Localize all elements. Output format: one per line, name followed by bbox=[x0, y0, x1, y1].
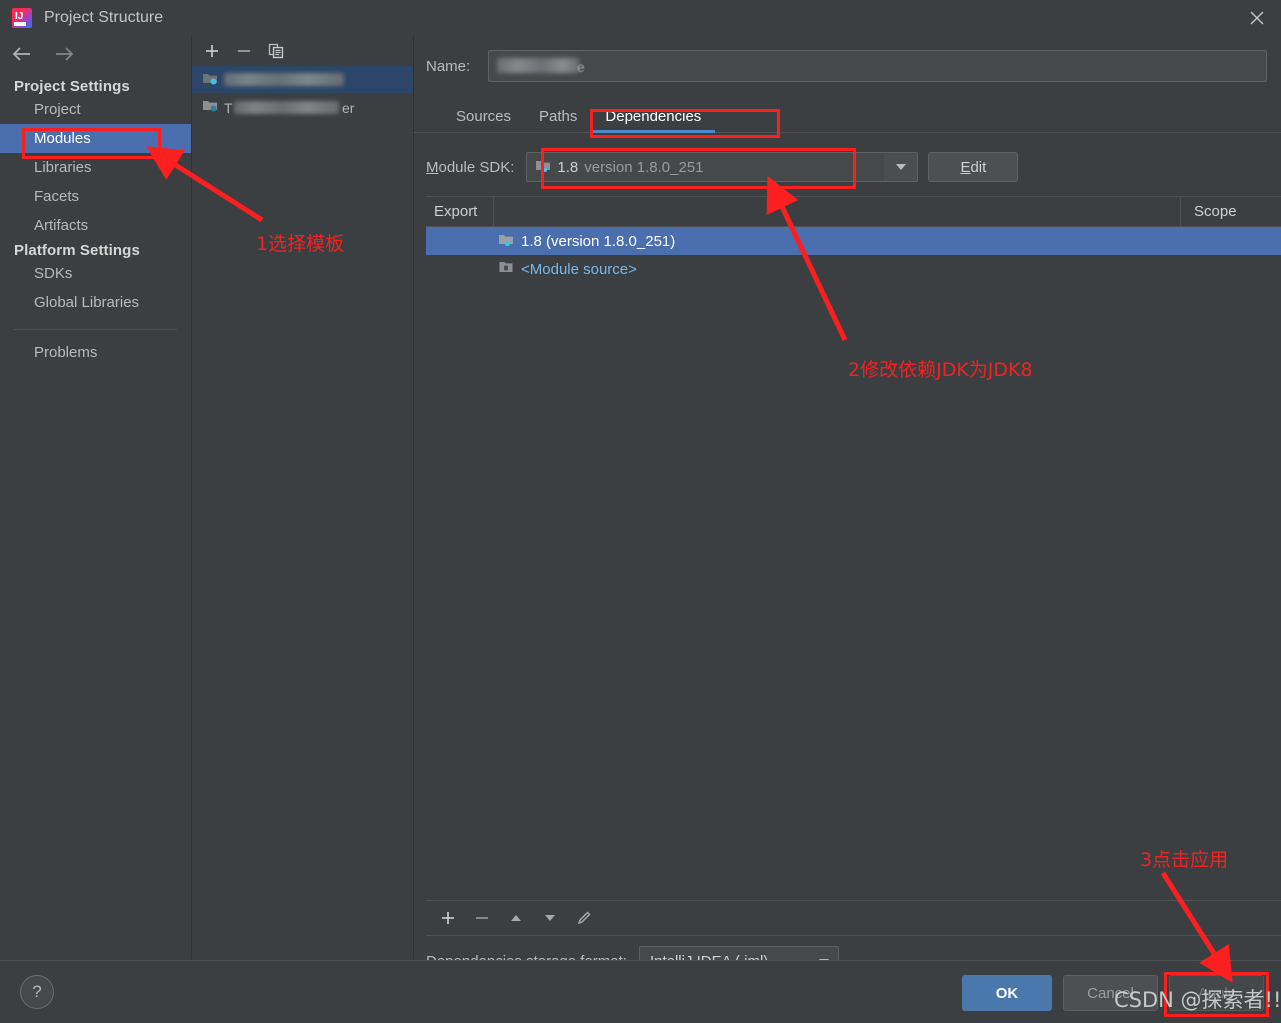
dependencies-toolbar bbox=[426, 900, 1281, 936]
sidebar-item-libraries[interactable]: Libraries bbox=[0, 153, 191, 182]
tab-dependencies[interactable]: Dependencies bbox=[591, 101, 715, 132]
minus-icon[interactable] bbox=[474, 910, 490, 926]
module-source-icon bbox=[498, 259, 514, 279]
tab-paths[interactable]: Paths bbox=[525, 101, 591, 132]
triangle-down-icon[interactable] bbox=[542, 910, 558, 926]
sidebar-item-problems[interactable]: Problems bbox=[0, 338, 191, 367]
sidebar-divider bbox=[14, 329, 177, 330]
help-button[interactable]: ? bbox=[20, 975, 54, 1009]
ok-button[interactable]: OK bbox=[962, 975, 1052, 1011]
plus-icon[interactable] bbox=[204, 43, 220, 59]
column-header-name bbox=[494, 197, 1181, 226]
module-sdk-version-detail: version 1.8.0_251 bbox=[584, 159, 703, 176]
column-header-export[interactable]: Export bbox=[426, 197, 494, 226]
tab-sources[interactable]: Sources bbox=[442, 101, 525, 132]
minus-icon[interactable] bbox=[236, 43, 252, 59]
sidebar-item-facets[interactable]: Facets bbox=[0, 182, 191, 211]
pencil-icon[interactable] bbox=[576, 910, 592, 926]
sidebar-item-modules[interactable]: Modules bbox=[0, 124, 191, 153]
module-list-panel: T er bbox=[192, 36, 414, 959]
module-folder-icon bbox=[202, 70, 218, 90]
sidebar-item-artifacts[interactable]: Artifacts bbox=[0, 211, 191, 240]
edit-sdk-button[interactable]: Edit bbox=[928, 152, 1018, 182]
sidebar-navigation bbox=[0, 36, 191, 72]
column-header-scope[interactable]: Scope bbox=[1181, 197, 1281, 226]
jdk-folder-icon bbox=[535, 157, 551, 177]
module-tabs: Sources Paths Dependencies bbox=[414, 100, 1281, 133]
dependency-name: 1.8 (version 1.8.0_251) bbox=[521, 233, 675, 250]
list-item[interactable]: T er bbox=[192, 93, 413, 120]
module-name-input[interactable]: e bbox=[488, 50, 1267, 82]
list-item[interactable] bbox=[192, 66, 413, 93]
module-name-value-tail: e bbox=[577, 59, 595, 73]
arrow-right-icon[interactable] bbox=[52, 46, 76, 62]
sidebar-item-global-libraries[interactable]: Global Libraries bbox=[0, 288, 191, 317]
copy-icon[interactable] bbox=[268, 43, 284, 59]
table-header: Export Scope bbox=[426, 197, 1281, 227]
module-name-label: Name: bbox=[426, 58, 488, 75]
table-row[interactable]: 1.8 (version 1.8.0_251) bbox=[426, 227, 1281, 255]
sidebar-item-sdks[interactable]: SDKs bbox=[0, 259, 191, 288]
module-name-redacted bbox=[234, 101, 339, 114]
intellij-idea-logo-icon bbox=[12, 8, 32, 28]
module-list-toolbar bbox=[192, 36, 413, 66]
dependencies-table: Export Scope 1.8 (version 1.8.0_251) <Mo… bbox=[426, 196, 1281, 900]
module-sdk-version: 1.8 bbox=[557, 159, 578, 176]
triangle-up-icon[interactable] bbox=[508, 910, 524, 926]
arrow-left-icon[interactable] bbox=[10, 46, 34, 62]
csdn-watermark: CSDN @探索者!!! bbox=[1114, 984, 1281, 1014]
chevron-down-icon[interactable] bbox=[884, 152, 918, 182]
close-icon[interactable] bbox=[1233, 0, 1281, 36]
module-name-prefix: T bbox=[224, 100, 233, 116]
module-name-redacted bbox=[224, 73, 344, 86]
sidebar-item-project[interactable]: Project bbox=[0, 95, 191, 124]
sidebar-group-project-settings: Project Settings bbox=[0, 72, 191, 95]
module-sdk-label: Module SDK: bbox=[426, 159, 514, 176]
module-name-suffix: er bbox=[342, 100, 354, 116]
jdk-folder-icon bbox=[498, 231, 514, 251]
module-sdk-row: Module SDK: 1.8 version 1.8.0_251 Edit bbox=[414, 152, 1281, 182]
sidebar-group-platform-settings: Platform Settings bbox=[0, 240, 191, 259]
window-title: Project Structure bbox=[44, 9, 163, 27]
window-titlebar: Project Structure bbox=[0, 0, 1281, 36]
module-name-value-redacted bbox=[497, 58, 579, 73]
module-name-row: Name: e bbox=[414, 36, 1281, 82]
module-folder-icon bbox=[202, 97, 218, 117]
module-sdk-select[interactable]: 1.8 version 1.8.0_251 bbox=[526, 152, 886, 182]
settings-sidebar: Project Settings Project Modules Librari… bbox=[0, 36, 192, 959]
plus-icon[interactable] bbox=[440, 910, 456, 926]
module-detail-panel: Name: e Sources Paths Dependencies Modul… bbox=[414, 36, 1281, 959]
dependency-name: <Module source> bbox=[521, 261, 637, 278]
table-row[interactable]: <Module source> bbox=[426, 255, 1281, 283]
